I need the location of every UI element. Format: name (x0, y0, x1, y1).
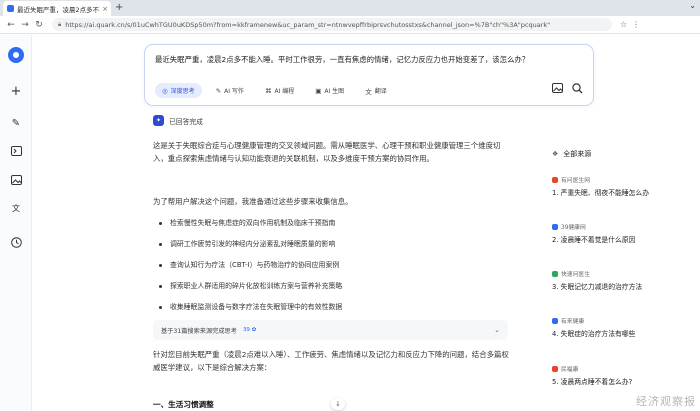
chip-label: AI 编程 (274, 88, 295, 95)
chip-label: 深度思考 (170, 88, 195, 95)
source-item[interactable]: 39健康网 2. 凌晨睡不着觉是什么原因 (552, 222, 692, 244)
url-field[interactable]: 🔒︎ https://ai.quark.cn/s/01uCwhTGU0uKDSp… (52, 18, 612, 31)
source-title: 4. 失眠症的治疗方法有哪些 (552, 330, 636, 338)
answer-intro: 这是关于失眠综合症与心理健康管理的交叉领域问题。需从睡眠医学、心理干预和职业健康… (153, 141, 501, 163)
query-card[interactable]: 最近失眠严重，凌晨2点多不能入睡。平时工作很劳，一直有焦虑的情绪，记忆力反应力也… (144, 44, 594, 106)
chip-translate[interactable]: 文 翻译 (358, 83, 394, 98)
back-icon[interactable]: ← (4, 20, 18, 30)
list-item: 检索慢性失眠与焦虑症的双向作用机制及临床干预指南 (155, 213, 515, 234)
source-item[interactable]: 有问医生网 1. 严重失眠、彻夜不能睡怎么办 (552, 175, 692, 197)
list-item: 收集睡眠监测设备与数字疗法在失眠管理中的有效性数据 (155, 297, 515, 318)
source-site: 39健康网 (561, 225, 586, 231)
quark-logo-icon[interactable] (8, 47, 24, 63)
source-site: 有问医生网 (561, 178, 590, 184)
reference-summary: 基于31篇搜索来源完成思考 (161, 327, 237, 335)
tab-title: 最近失眠严重，凌晨2点多不能 (17, 5, 100, 14)
site-favicon-icon (552, 223, 558, 230)
answer-conclusion: 针对您目前失眠严重（凌晨2点难以入睡）、工作疲劳、焦虑情绪以及记忆力和反应力下降… (153, 350, 509, 372)
query-text: 最近失眠严重，凌晨2点多不能入睡。平时工作很劳，一直有焦虑的情绪，记忆力反应力也… (155, 55, 530, 64)
translate-icon[interactable]: 文 (8, 200, 24, 216)
code-icon: ⌘ (264, 86, 272, 95)
sources-panel: ❖ 全部来源 有问医生网 1. 严重失眠、彻夜不能睡怎么办 39健康网 2. 凌… (542, 138, 692, 411)
card-actions (552, 83, 583, 97)
watermark: 经济观察报 (636, 395, 696, 408)
chip-label: AI 生图 (324, 88, 345, 95)
source-site: 民福康 (561, 367, 579, 373)
chip-deep-think[interactable]: ◎ 深度思考 (155, 83, 202, 98)
source-item[interactable]: 快速问医生 3. 失眠记忆力减退的治疗方法 (552, 269, 692, 291)
list-item: 调研工作疲劳引发的神经内分泌紊乱对睡眠质量的影响 (155, 234, 515, 255)
deep-think-icon: ◎ (162, 86, 168, 95)
source-title: 1. 严重失眠、彻夜不能睡怎么办 (552, 189, 650, 197)
lock-icon: 🔒︎ (58, 20, 62, 28)
site-favicon-icon (552, 270, 558, 277)
list-item: 探索职业人群适用的碎片化放松训练方案与营养补充策略 (155, 276, 515, 297)
image-upload-icon[interactable] (552, 83, 563, 97)
scroll-down-button[interactable]: ↓ (331, 398, 345, 410)
write-icon: ✎ (215, 86, 222, 95)
image-gen-icon: ▣ (315, 86, 322, 95)
site-favicon-icon (552, 365, 558, 372)
toolbar-icons[interactable]: ☆⋮ (620, 20, 645, 29)
section-heading: 一、生活习惯调整 (153, 400, 214, 409)
source-title: 5. 凌晨两点睡不着怎么办? (552, 378, 633, 386)
window-menu-icon[interactable]: ⌄ (689, 1, 696, 10)
status-text: 已回答完成 (169, 117, 203, 126)
search-icon[interactable] (572, 83, 583, 97)
image-icon[interactable] (8, 172, 24, 188)
source-title: 2. 凌晨睡不着觉是什么原因 (552, 236, 636, 244)
browser-tab[interactable]: 最近失眠严重，凌晨2点多不能 × (3, 1, 111, 16)
history-icon[interactable] (8, 234, 24, 250)
source-site: 快速问医生 (561, 272, 590, 278)
chip-label: 翻译 (374, 88, 387, 95)
source-item[interactable]: 民福康 5. 凌晨两点睡不着怎么办? (552, 364, 692, 386)
site-favicon-icon (552, 317, 558, 324)
reference-mini-icons: 39 ✿ (242, 327, 257, 333)
forward-icon[interactable]: → (18, 20, 32, 30)
reference-summary-bar[interactable]: 基于31篇搜索来源完成思考 39 ✿ ⌄ (153, 320, 508, 340)
source-site: 有来健康 (561, 319, 585, 325)
address-bar: ← → ↻ 🔒︎ https://ai.quark.cn/s/01uCwhTGU… (0, 16, 700, 34)
sources-header-label: 全部来源 (563, 150, 592, 158)
chevron-down-icon[interactable]: ⌄ (494, 326, 500, 334)
sources-icon: ❖ (552, 150, 559, 158)
terminal-icon[interactable] (8, 143, 24, 159)
chip-ai-code[interactable]: ⌘ AI 编程 (257, 83, 302, 98)
list-item: 查询认知行为疗法（CBT-I）与药物治疗的协同应用案例 (155, 255, 515, 276)
new-chat-icon[interactable]: + (8, 83, 24, 99)
chip-ai-image[interactable]: ▣ AI 生图 (308, 83, 352, 98)
edit-icon[interactable]: ✎ (8, 115, 24, 131)
source-title: 3. 失眠记忆力减退的治疗方法 (552, 283, 643, 291)
answer-icon: ✦ (153, 115, 164, 126)
step-list: 检索慢性失眠与焦虑症的双向作用机制及临床干预指南 调研工作疲劳引发的神经内分泌紊… (155, 213, 515, 318)
left-rail: + ✎ 文 (0, 35, 32, 411)
source-item[interactable]: 有来健康 4. 失眠症的治疗方法有哪些 (552, 316, 692, 338)
tab-close-icon[interactable]: × (102, 5, 108, 13)
quark-favicon-icon (7, 5, 14, 12)
reload-icon[interactable]: ↻ (32, 20, 46, 30)
plan-intro: 为了帮用户解决这个问题，我准备通过这些步骤来收集信息。 (153, 197, 353, 206)
chip-ai-write[interactable]: ✎ AI 写作 (208, 83, 251, 98)
chip-label: AI 写作 (224, 88, 244, 95)
tab-bar: 最近失眠严重，凌晨2点多不能 × + ⌄ (0, 0, 700, 16)
answer-status: ✦ 已回答完成 (153, 115, 513, 126)
sources-header[interactable]: ❖ 全部来源 (552, 149, 591, 159)
translate-chip-icon: 文 (365, 87, 372, 96)
site-favicon-icon (552, 176, 558, 183)
new-tab-icon[interactable]: + (115, 1, 123, 14)
mode-chips: ◎ 深度思考 ✎ AI 写作 ⌘ AI 编程 ▣ AI 生图 文 翻译 (155, 83, 394, 98)
url-text: https://ai.quark.cn/s/01uCwhTGU0uKDSp50m… (65, 20, 551, 29)
